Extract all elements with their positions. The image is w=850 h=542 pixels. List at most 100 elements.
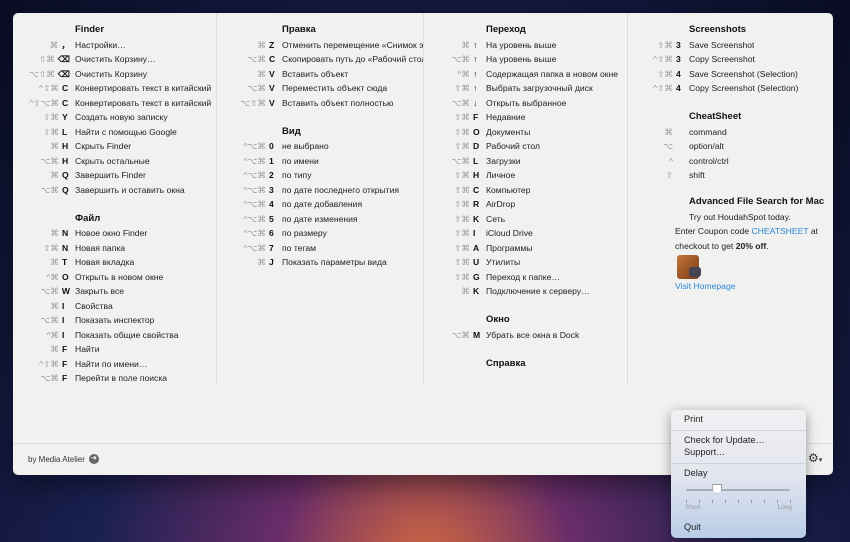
action-label: Программы (486, 242, 533, 253)
modifier-keys: ⌥⌘ L (424, 154, 486, 169)
delay-slider[interactable] (686, 489, 790, 491)
ad-line1: Try out HoudahSpot today. (689, 211, 791, 222)
settings-menu: Print Check for Update… Support… Delay S… (671, 410, 806, 538)
menu-item-support[interactable]: Support… (684, 447, 725, 457)
key: 3 (676, 39, 681, 50)
modifier-keys: ⌘ (627, 125, 689, 140)
shortcut-row: ^⌥⌘ 2 по типу (220, 168, 423, 183)
shortcut-section: Правка⌘ZОтменить перемещение «Снимок экр… (220, 19, 423, 110)
key: I (62, 329, 65, 340)
shortcut-row: ⌘ F Найти (13, 342, 216, 357)
modifiers: ⌥⌘ (40, 315, 60, 325)
key: 2 (269, 170, 274, 180)
modifiers: ⇧⌘ (454, 213, 470, 224)
modifier-keys: ⇧⌘ ⌫ (13, 52, 75, 67)
section-title: Переход (486, 24, 526, 35)
key: A (473, 242, 480, 253)
shortcut-row: ^⇧⌥⌘ C Конвертировать текст в китайский (13, 96, 216, 111)
modifier-keys: ⌥⌘ ↓ (424, 96, 486, 111)
modifier-keys: ⇧ (627, 168, 689, 183)
key: V (269, 83, 275, 93)
modifier-keys: ⇧⌘ G (424, 270, 486, 285)
modifier-keys: ⇧⌘ 3 (627, 38, 689, 53)
action-label: Убрать все окна в Dock (486, 329, 580, 340)
houdahspot-app-icon[interactable] (677, 255, 701, 279)
visit-homepage-link[interactable]: Visit Homepage (675, 279, 833, 294)
menu-item-check-update[interactable]: Check for Update… (684, 435, 765, 445)
modifier-keys: ⌥⌘ C (220, 52, 282, 67)
modifiers: ⌘ (50, 344, 59, 354)
action-label: Конвертировать текст в китайский (75, 97, 212, 108)
key: 5 (269, 213, 274, 224)
shortcut-section: Screenshots ⇧⌘ 3 Save Screenshot ^⇧⌘ 3 Copy Sc… (627, 19, 831, 96)
action-label: Сеть (486, 213, 506, 224)
key: K (473, 286, 480, 296)
shortcut-row: ⌥⌘ F Перейти в поле поиска (13, 371, 216, 386)
key: T (62, 257, 68, 267)
modifiers: ⇧⌘ (454, 170, 470, 180)
action-label: Завершить и оставить окна (75, 184, 185, 195)
modifiers: ^⇧⌘ (653, 54, 673, 64)
section-title: Файл (75, 212, 101, 224)
modifiers: ⌥⌘ (451, 155, 471, 166)
action-label: Выбрать загрузочный диск (486, 83, 593, 93)
modifier-keys: ⌥⇧⌘ ⌫ (13, 67, 75, 82)
shortcut-row: ⌘ZОтменить перемещение «Снимок экрана» (220, 38, 423, 53)
modifier-keys: ⇧⌘ R (424, 197, 486, 212)
shortcut-row: ⇧⌘ ↑ Выбрать загрузочный диск (424, 81, 627, 96)
gear-icon[interactable]: ⚙▾ (808, 451, 822, 465)
slider-tick (790, 500, 791, 503)
modifier-keys: ⌘ F (13, 342, 75, 357)
shortcut-row: ⌘ H Скрыть Finder (13, 139, 216, 154)
modifier-keys: ⌘ H (13, 139, 75, 154)
shortcut-row: ⌘ V Вставить объект (220, 67, 423, 82)
menu-item-quit[interactable]: Quit (684, 522, 701, 532)
shortcut-row: ⌥⌘ ↓ Открыть выбранное (424, 96, 627, 111)
coupon-code: CHEATSHEET (751, 226, 809, 236)
shortcut-row: ⇧⌘ G Переход к папке… (424, 270, 627, 285)
section-title: CheatSheet (689, 111, 742, 122)
action-label: Найти с помощью Google (75, 126, 177, 137)
modifiers: ⌘ (50, 170, 59, 180)
modifiers: ⌘ (50, 257, 59, 267)
modifiers: ⌥⇧⌘ (29, 68, 55, 79)
modifiers: ⌘ (50, 141, 59, 151)
action-label: Переход к папке… (486, 271, 560, 282)
key: U (473, 257, 480, 267)
modifiers: ⌥⌘ (40, 184, 60, 195)
shortcut-row: ⌥ option/alt (627, 139, 831, 154)
modifier-keys: ^⌘ O (13, 270, 75, 285)
key: H (62, 155, 69, 166)
modifier-keys: ⌥⌘ H (13, 154, 75, 169)
key: H (62, 141, 69, 151)
action-label: Переместить объект сюда (282, 83, 388, 93)
shortcut-row: ^⌥⌘ 0 не выбрано (220, 139, 423, 154)
modifiers: ⇧⌘ (454, 271, 470, 282)
modifier-keys: ^⌥⌘ 6 (220, 226, 282, 241)
shortcut-row: ⌥⌘ L Загрузки (424, 154, 627, 169)
action-label: Copy Screenshot (689, 54, 755, 64)
menu-separator (671, 516, 806, 517)
delay-slider-thumb[interactable] (712, 484, 723, 494)
modifiers: ⌥⌘ (451, 54, 471, 64)
modifiers: ^⌥⌘ (243, 184, 266, 195)
menu-item-print[interactable]: Print (684, 414, 703, 424)
houdahspot-ad: Advanced File Search for Mac Try out Hou… (627, 191, 833, 294)
action-label: option/alt (689, 141, 724, 151)
shortcut-row: ⇧⌘ N Новая папка (13, 241, 216, 256)
by-media-atelier-link[interactable]: by Media Atelier ➜ (28, 454, 99, 464)
discount: 20% off (735, 240, 767, 251)
key: F (473, 112, 479, 122)
shortcut-row: ^⇧⌘ F Найти по имени… (13, 357, 216, 372)
action-label: Скрыть остальные (75, 155, 150, 166)
action-label: Личное (486, 170, 516, 180)
key: V (269, 68, 275, 79)
modifier-keys: ⌘ V (220, 67, 282, 82)
modifier-keys: ^⌥⌘ 0 (220, 139, 282, 154)
modifiers: ⇧⌘ (454, 184, 470, 195)
key: K (473, 213, 480, 224)
modifier-keys: ⌥⌘ Q (13, 183, 75, 198)
action-label: AirDrop (486, 199, 516, 209)
shortcut-section: CheatSheet ⌘ command ⌥ option/alt ^ control/ct… (627, 106, 831, 183)
slider-tick (777, 500, 778, 503)
